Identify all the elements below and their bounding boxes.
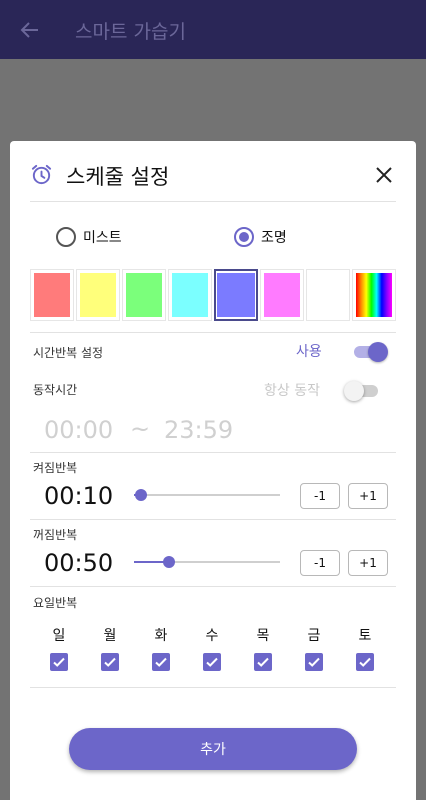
dialog-header: 스케줄 설정 — [10, 141, 416, 201]
swatch-blue[interactable] — [214, 269, 258, 321]
off-repeat-minus-button[interactable]: -1 — [300, 550, 340, 576]
swatch-fill — [172, 273, 208, 317]
on-repeat-plus-button[interactable]: +1 — [348, 483, 388, 509]
always-on-toggle[interactable] — [344, 380, 380, 402]
day-checkbox-fri[interactable] — [305, 653, 323, 671]
weekday-label: 요일반복 — [33, 596, 78, 610]
schedule-dialog: 스케줄 설정 미스트 조명 시간반복 설정 사용 동작시간 항상 동작 00:0 — [10, 141, 416, 800]
off-repeat-label: 꺼짐반복 — [33, 528, 78, 542]
divider — [30, 519, 396, 520]
day-checkbox-sat[interactable] — [356, 653, 374, 671]
app-title: 스마트 가습기 — [75, 21, 186, 43]
day-label-sun: 일 — [52, 628, 66, 644]
swatch-fill — [217, 273, 255, 317]
swatch-green[interactable] — [122, 269, 166, 321]
repeat-label: 시간반복 설정 — [33, 346, 104, 360]
slider-thumb[interactable] — [135, 489, 148, 501]
day-checkbox-mon[interactable] — [101, 653, 119, 671]
on-repeat-label: 켜짐반복 — [33, 461, 78, 475]
swatch-white[interactable] — [306, 269, 350, 321]
swatch-magenta[interactable] — [260, 269, 304, 321]
on-repeat-minus-button[interactable]: -1 — [300, 483, 340, 509]
check-icon — [359, 657, 371, 667]
day-label-thu: 목 — [256, 628, 270, 644]
day-checkbox-tue[interactable] — [152, 653, 170, 671]
arrow-left-icon[interactable] — [18, 18, 42, 42]
operation-label: 동작시간 — [33, 383, 78, 397]
swatch-rainbow[interactable] — [352, 269, 396, 321]
day-checkbox-thu[interactable] — [254, 653, 272, 671]
repeat-status: 사용 — [296, 344, 322, 360]
divider — [30, 586, 396, 587]
swatch-fill — [356, 273, 392, 317]
slider-rail — [134, 494, 280, 496]
swatch-cyan[interactable] — [168, 269, 212, 321]
radio-label: 미스트 — [83, 230, 122, 246]
check-icon — [155, 657, 167, 667]
always-on-label: 항상 동작 — [264, 383, 320, 399]
radio-circle — [56, 227, 76, 247]
start-time[interactable]: 00:00 — [44, 416, 113, 444]
end-time[interactable]: 23:59 — [164, 416, 233, 444]
add-button[interactable]: 추가 — [69, 728, 357, 770]
close-icon[interactable] — [374, 165, 394, 185]
swatch-fill — [264, 273, 300, 317]
divider — [30, 332, 396, 333]
alarm-clock-icon — [31, 164, 52, 185]
divider — [30, 201, 396, 202]
radio-light[interactable]: 조명 — [234, 227, 287, 247]
radio-mist[interactable]: 미스트 — [56, 227, 122, 247]
check-icon — [206, 657, 218, 667]
check-icon — [53, 657, 65, 667]
check-icon — [257, 657, 269, 667]
check-icon — [308, 657, 320, 667]
dialog-title: 스케줄 설정 — [66, 165, 170, 189]
color-swatches — [30, 269, 398, 321]
swatch-fill — [126, 273, 162, 317]
radio-circle — [234, 227, 254, 247]
app-bar: 스마트 가습기 — [0, 0, 426, 59]
on-repeat-slider[interactable] — [134, 485, 280, 505]
off-repeat-slider[interactable] — [134, 552, 280, 572]
swatch-red[interactable] — [30, 269, 74, 321]
time-separator: ~ — [130, 415, 151, 443]
day-checkbox-wed[interactable] — [203, 653, 221, 671]
check-icon — [104, 657, 116, 667]
day-label-fri: 금 — [307, 628, 321, 644]
toggle-knob — [344, 381, 364, 401]
slider-thumb[interactable] — [163, 556, 176, 568]
day-checkbox-sun[interactable] — [50, 653, 68, 671]
on-repeat-value: 00:10 — [44, 482, 114, 510]
off-repeat-value: 00:50 — [44, 549, 114, 577]
toggle-knob — [368, 342, 388, 362]
day-label-wed: 수 — [205, 628, 219, 644]
day-label-sat: 토 — [358, 628, 372, 644]
swatch-fill — [310, 273, 346, 317]
day-label-mon: 월 — [103, 628, 117, 644]
repeat-toggle[interactable] — [352, 341, 388, 363]
divider — [30, 687, 396, 688]
swatch-yellow[interactable] — [76, 269, 120, 321]
off-repeat-plus-button[interactable]: +1 — [348, 550, 388, 576]
swatch-fill — [80, 273, 116, 317]
radio-label: 조명 — [261, 230, 287, 246]
swatch-fill — [34, 273, 70, 317]
divider — [30, 452, 396, 453]
day-label-tue: 화 — [154, 628, 168, 644]
